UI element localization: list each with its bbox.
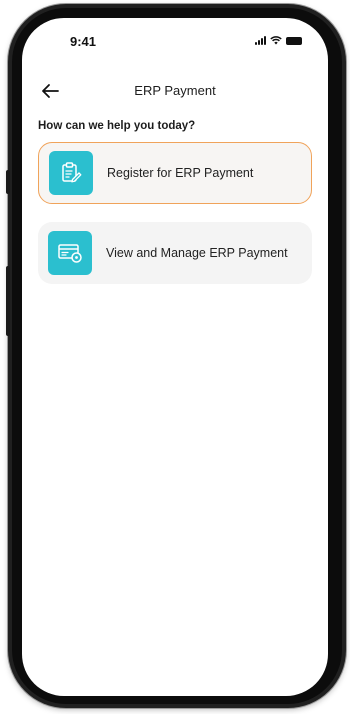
clipboard-edit-icon (49, 151, 93, 195)
wifi-icon (270, 36, 282, 45)
register-erp-payment-button[interactable]: Register for ERP Payment (38, 142, 312, 204)
help-prompt: How can we help you today? (38, 120, 196, 132)
status-icons (255, 36, 302, 45)
page-title: ERP Payment (134, 83, 216, 98)
phone-side-button (6, 170, 10, 194)
signal-icon (255, 36, 266, 45)
card-manage-icon (48, 231, 92, 275)
phone-screen: 9:41 ERP Payment How can we help you tod… (22, 18, 328, 696)
status-bar: 9:41 (22, 18, 328, 64)
header: ERP Payment (22, 76, 328, 106)
option-label: View and Manage ERP Payment (106, 246, 288, 260)
phone-volume-button (6, 266, 10, 336)
status-time: 9:41 (70, 34, 97, 49)
battery-icon (286, 36, 302, 45)
option-label: Register for ERP Payment (107, 166, 254, 180)
view-manage-erp-payment-button[interactable]: View and Manage ERP Payment (38, 222, 312, 284)
